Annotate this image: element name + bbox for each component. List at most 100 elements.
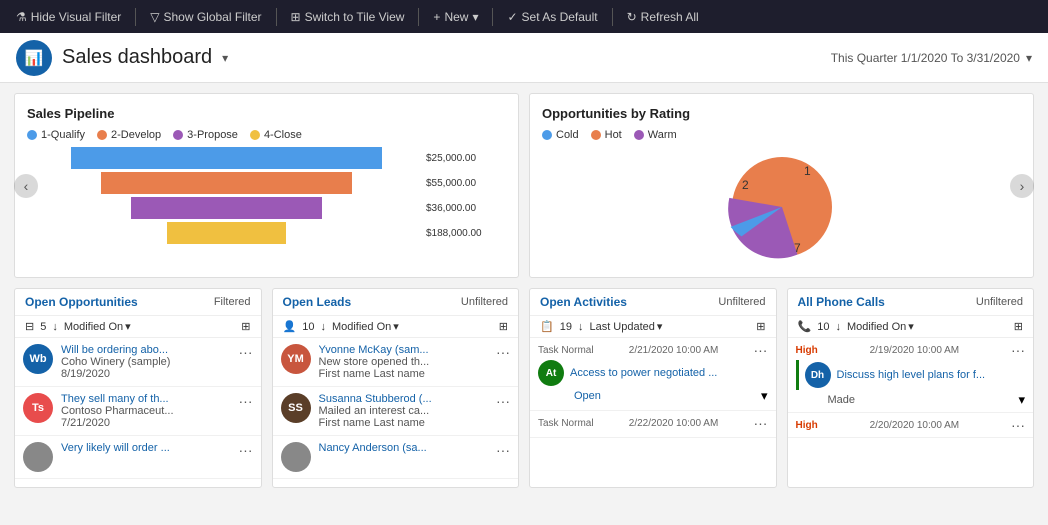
activity-title[interactable]: Access to power negotiated ... [570,367,717,379]
dashboard-dropdown-arrow[interactable]: ▾ [222,51,228,65]
open-leads-card: Open Leads Unfiltered 👤 10 ↓ Modified On… [272,288,520,488]
phone-count: 10 [817,321,829,333]
avatar: Ts [23,393,53,423]
act-sort-icon: ↓ [578,321,584,333]
open-opportunities-card: Open Opportunities Filtered ⊟ 5 ↓ Modifi… [14,288,262,488]
show-global-filter-btn[interactable]: ▽ Show Global Filter [142,6,269,28]
toolbar-divider-5 [612,8,613,26]
toolbar-divider-2 [276,8,277,26]
activity-type: Task Normal [538,345,594,356]
funnel-bar-2 [101,172,352,194]
phone-item-top: High 2/19/2020 10:00 AM ··· [796,342,1026,358]
activity-chevron[interactable]: ▾ [761,388,768,404]
funnel-row-2: $55,000.00 [27,172,506,194]
item-more-btn[interactable]: ··· [753,342,767,358]
toolbar-divider-3 [418,8,419,26]
nav-arrow-right[interactable]: › [1010,174,1034,198]
activity-top: Task Normal 2/21/2020 10:00 AM ··· [538,342,768,358]
legend-qualify: 1-Qualify [27,129,85,141]
list-item: Nancy Anderson (sa... ··· [273,436,519,479]
item-more-btn[interactable]: ··· [496,393,510,409]
pie-chart-area: 1 2 7 [542,147,1021,267]
phone-sort[interactable]: Modified On ▾ [847,320,914,333]
set-default-btn[interactable]: ✓ Set As Default [499,6,605,28]
list-item: Very likely will order ... ··· [15,436,261,479]
legend-hot: Hot [591,129,622,141]
header-left: 📊 Sales dashboard ▾ [16,40,228,76]
open-opp-table-icon: ⊟ [25,320,34,333]
item-more-btn[interactable]: ··· [496,344,510,360]
legend-dot-hot [591,130,601,140]
item-date: 8/19/2020 [61,368,231,380]
phone-chevron[interactable]: ▾ [1018,392,1025,408]
item-sub: New store opened th... [319,356,489,368]
item-more-btn[interactable]: ··· [239,393,253,409]
new-btn[interactable]: + New ▾ [425,6,486,28]
item-more-btn[interactable]: ··· [496,442,510,458]
phone-icon: 📞 [798,320,812,333]
legend-cold: Cold [542,129,579,141]
open-opp-filter-icon[interactable]: ⊞ [241,320,250,333]
item-sub: Contoso Pharmaceut... [61,405,231,417]
open-act-controls: 📋 19 ↓ Last Updated ▾ ⊞ [530,316,776,338]
item-more-btn[interactable]: ··· [239,344,253,360]
grid-icon: ⊞ [291,10,301,24]
phone-title: All Phone Calls [798,295,885,309]
funnel-bar-4 [167,222,287,244]
legend-label-propose: 3-Propose [187,129,238,141]
item-more-btn[interactable]: ··· [1011,342,1025,358]
pie-label-cold: 1 [804,164,811,178]
funnel-bar-1 [71,147,382,169]
nav-arrow-left[interactable]: ‹ [14,174,38,198]
phone-date: 2/19/2020 10:00 AM [870,345,960,356]
item-title[interactable]: Very likely will order ... [61,442,231,454]
sales-icon: 📊 [25,49,44,67]
date-range[interactable]: This Quarter 1/1/2020 To 3/31/2020 ▾ [831,51,1032,65]
open-opp-count: 5 [40,321,46,333]
item-title[interactable]: They sell many of th... [61,393,231,405]
hide-visual-filter-btn[interactable]: ⚗ Hide Visual Filter [8,6,129,28]
check-icon: ✓ [507,10,517,24]
green-bar [796,360,799,390]
item-title[interactable]: Susanna Stubberod (... [319,393,489,405]
item-more-btn[interactable]: ··· [753,415,767,431]
filter-icon: ▽ [150,10,159,24]
item-date: 7/21/2020 [61,417,231,429]
item-title[interactable]: Nancy Anderson (sa... [319,442,489,454]
phone-call-title[interactable]: Discuss high level plans for f... [837,369,986,381]
act-sort[interactable]: Last Updated ▾ [589,320,662,333]
funnel-row-4: $188,000.00 [27,222,506,244]
switch-tile-view-btn[interactable]: ⊞ Switch to Tile View [283,6,413,28]
legend-dot-close [250,130,260,140]
opportunities-rating-card: Opportunities by Rating Cold Hot Warm [529,93,1034,278]
leads-filter-icon[interactable]: ⊞ [499,320,508,333]
opportunities-rating-title: Opportunities by Rating [542,106,1021,121]
funnel-row-3: $36,000.00 [27,197,506,219]
act-filter-icon[interactable]: ⊞ [756,320,765,333]
avatar: YM [281,344,311,374]
item-more-btn[interactable]: ··· [239,442,253,458]
refresh-all-btn[interactable]: ↻ Refresh All [619,6,707,28]
legend-label-develop: 2-Develop [111,129,161,141]
funnel-label-2: $55,000.00 [426,178,506,189]
open-opp-sort[interactable]: Modified On ▾ [64,320,131,333]
avatar [23,442,53,472]
item-content: Very likely will order ... [61,442,231,454]
sales-pipeline-title: Sales Pipeline [27,106,506,121]
act-task-icon: 📋 [540,320,554,333]
phone-status: Made [828,394,856,406]
list-item: SS Susanna Stubberod (... Mailed an inte… [273,387,519,436]
item-title[interactable]: Yvonne McKay (sam... [319,344,489,356]
item-more-btn[interactable]: ··· [1011,417,1025,433]
funnel-row-1: $25,000.00 [27,147,506,169]
open-opp-sort-icon: ↓ [52,321,58,333]
list-item: Wb Will be ordering abo... Coho Winery (… [15,338,261,387]
legend-dot-cold [542,130,552,140]
leads-sort[interactable]: Modified On ▾ [332,320,399,333]
activity-item: Task Normal 2/21/2020 10:00 AM ··· At Ac… [530,338,776,411]
funnel-label-3: $36,000.00 [426,203,506,214]
phone-filter-icon[interactable]: ⊞ [1014,320,1023,333]
activity-top: Task Normal 2/22/2020 10:00 AM ··· [538,415,768,431]
item-title[interactable]: Will be ordering abo... [61,344,231,356]
legend-dot-qualify [27,130,37,140]
